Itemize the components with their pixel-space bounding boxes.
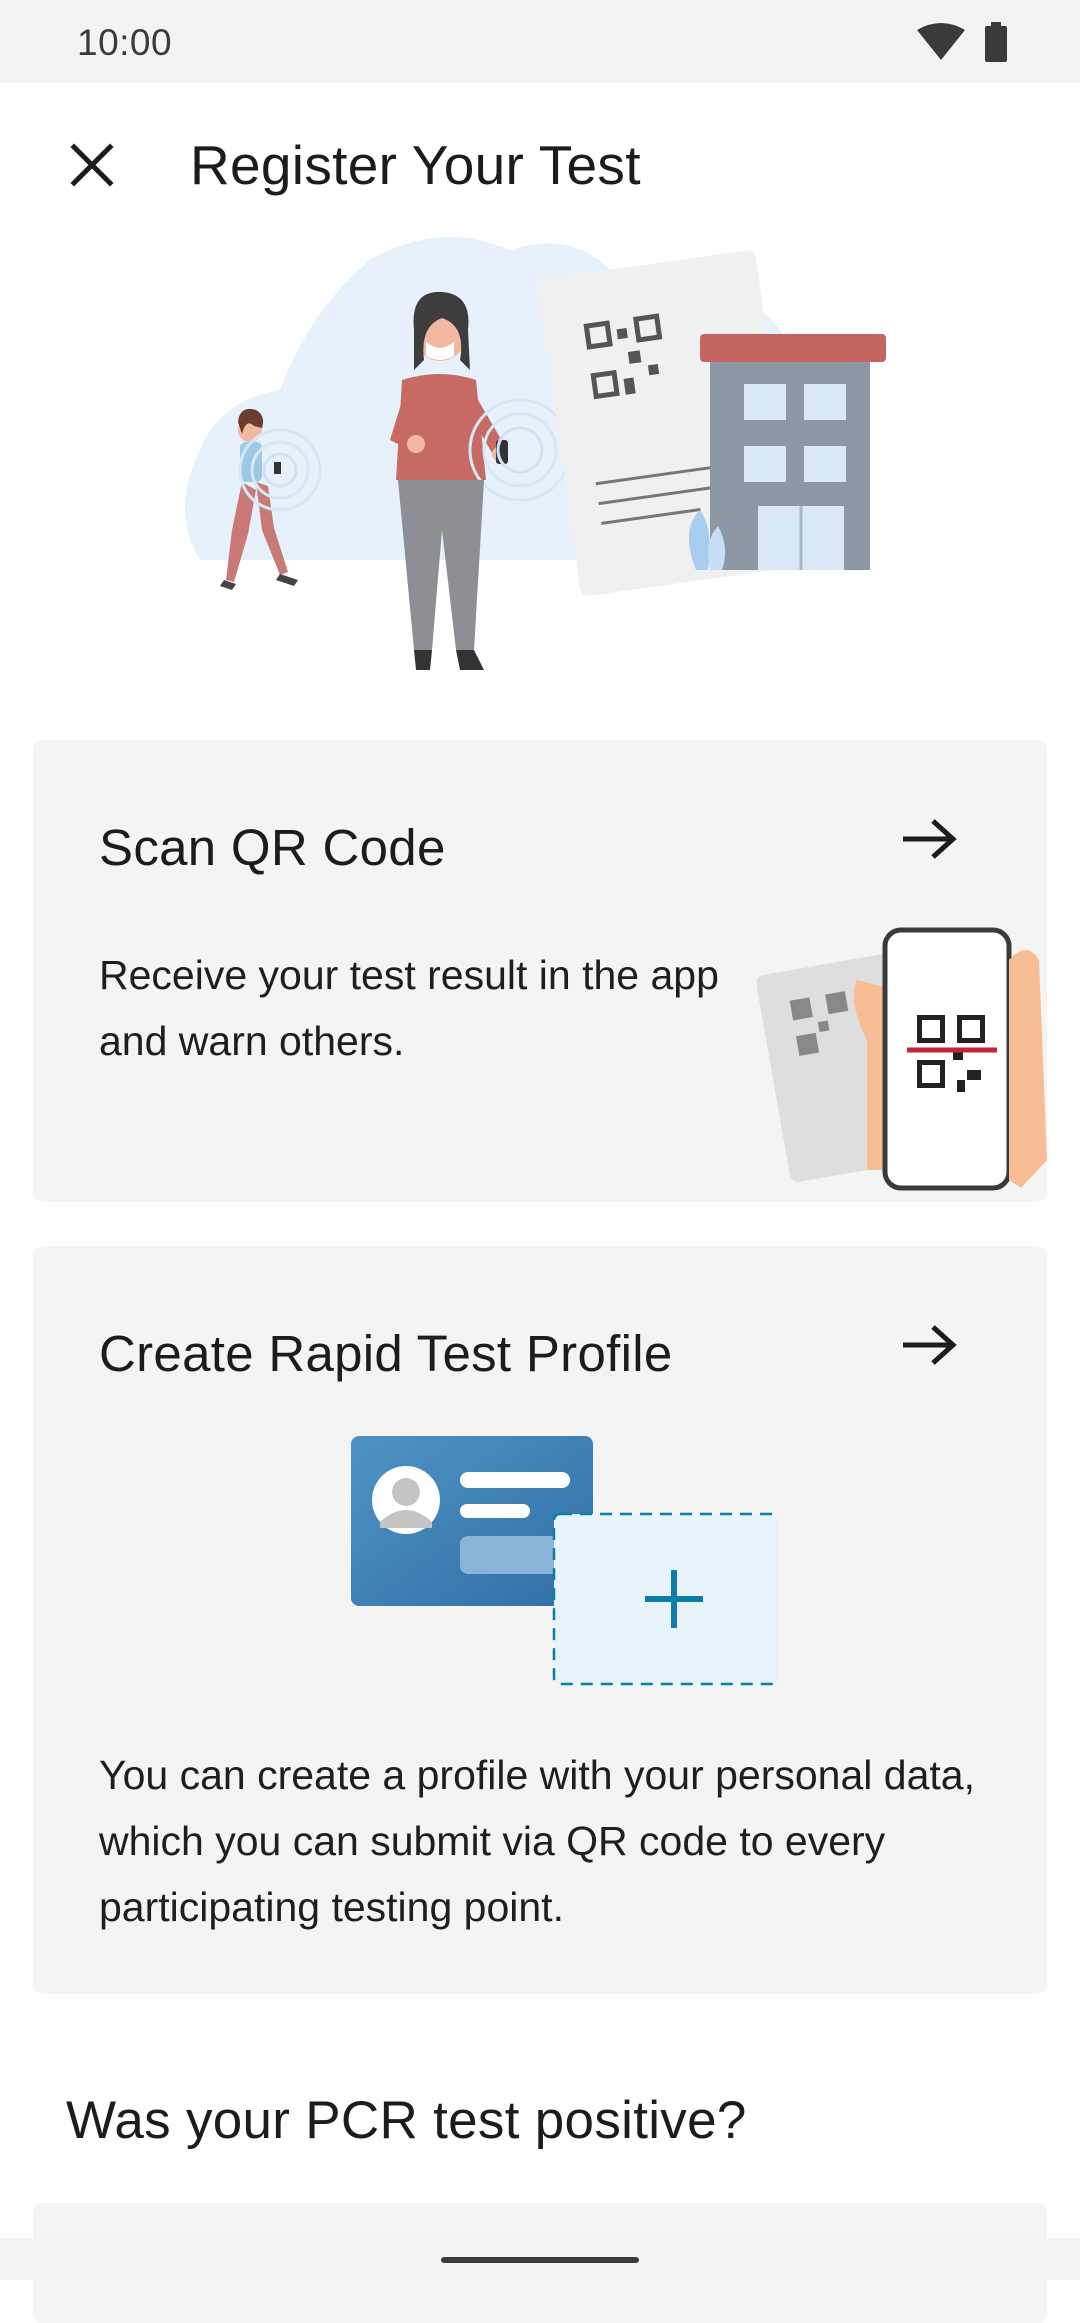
arrow-right-icon bbox=[903, 1325, 957, 1365]
status-bar: 10:00 bbox=[0, 0, 1080, 83]
hero-illustration bbox=[170, 230, 910, 680]
create-rapid-test-profile-card[interactable]: Create Rapid Test Profile You can create… bbox=[33, 1246, 1047, 1994]
phone-scan-illustration bbox=[756, 920, 1047, 1202]
arrow-right-icon bbox=[903, 819, 957, 859]
page-title: Register Your Test bbox=[190, 134, 641, 196]
pcr-section-heading: Was your PCR test positive? bbox=[66, 2091, 747, 2150]
navigation-bar bbox=[0, 2238, 1080, 2280]
close-icon bbox=[70, 143, 114, 187]
battery-icon bbox=[985, 22, 1007, 62]
wifi-icon bbox=[917, 23, 965, 60]
home-gesture-handle[interactable] bbox=[441, 2257, 639, 2263]
profile-card-illustration bbox=[318, 1436, 796, 1706]
scan-qr-code-card[interactable]: Scan QR Code Receive your test result in… bbox=[33, 740, 1047, 1202]
scan-qr-code-description: Receive your test result in the app and … bbox=[99, 952, 719, 1064]
app-bar: Register Your Test bbox=[0, 83, 1080, 243]
scan-qr-code-title: Scan QR Code bbox=[99, 819, 446, 876]
create-profile-title: Create Rapid Test Profile bbox=[99, 1325, 673, 1382]
status-time: 10:00 bbox=[77, 22, 173, 63]
status-icons bbox=[915, 22, 1010, 62]
close-button[interactable] bbox=[62, 135, 122, 195]
create-profile-description: You can create a profile with your perso… bbox=[99, 1752, 975, 1930]
